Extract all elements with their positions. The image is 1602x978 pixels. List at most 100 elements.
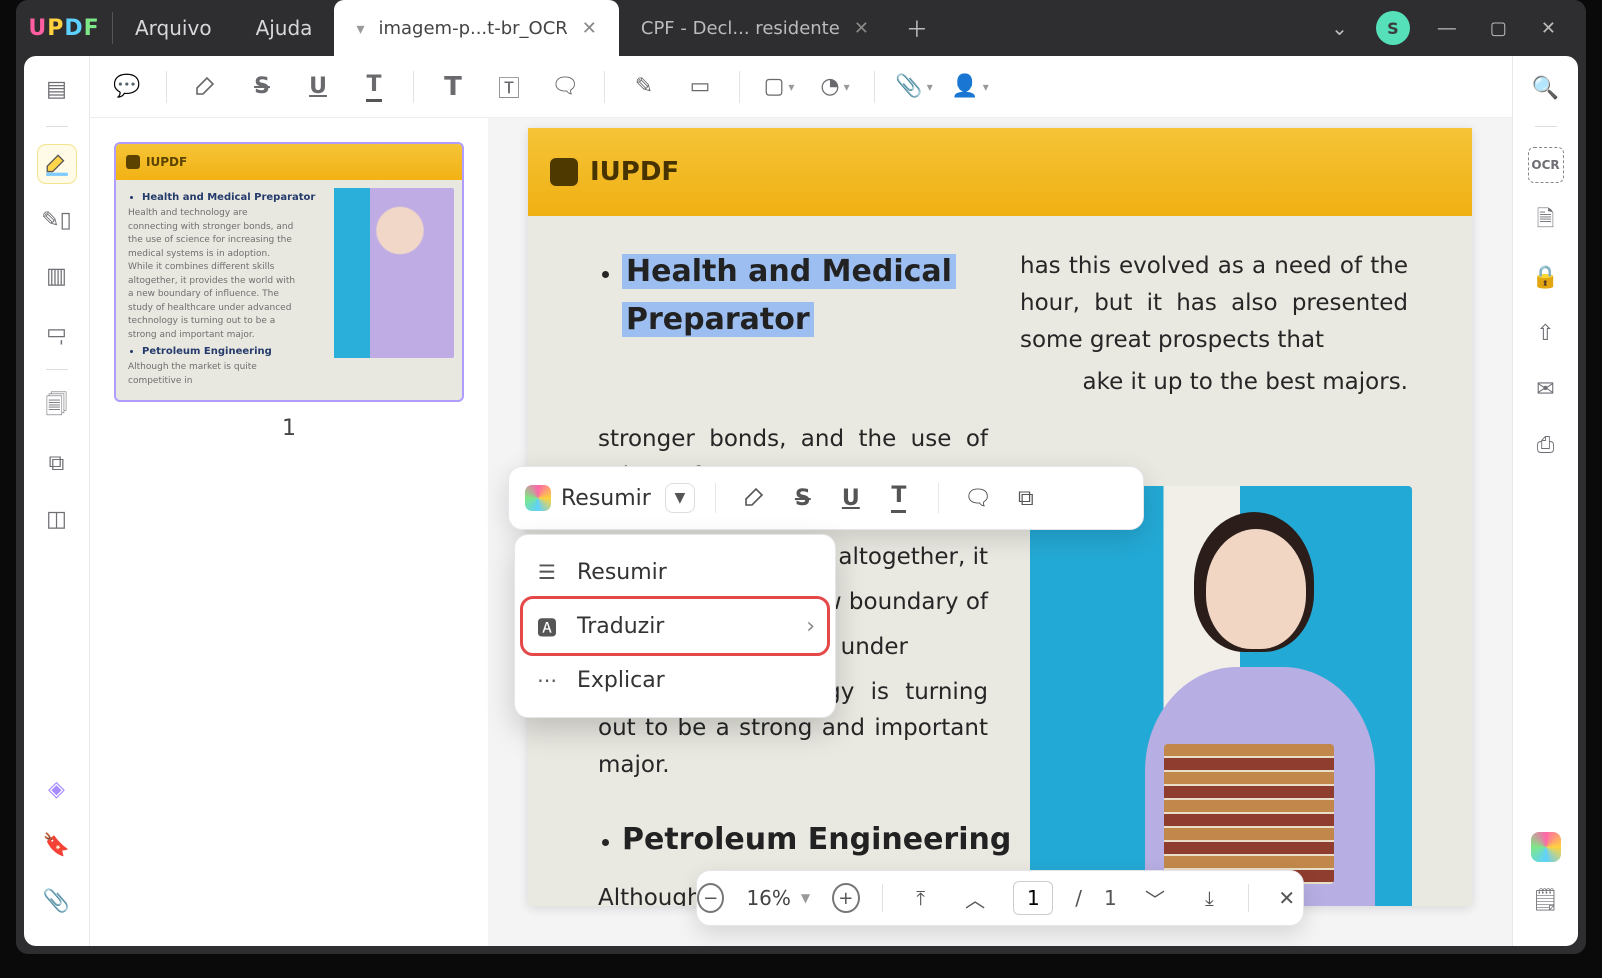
pencil-icon[interactable]: ✎ <box>623 66 665 108</box>
tab-active[interactable]: ▾ imagem-p...t-br_OCR ✕ <box>334 0 618 56</box>
edit-tool-icon[interactable]: ✎▯ <box>38 201 76 239</box>
divider <box>413 71 414 103</box>
page-thumbnail[interactable]: IUPDF Health and Medical Preparator Heal… <box>114 142 464 402</box>
document-area[interactable]: IUPDF Health and Medical Preparator has … <box>488 118 1512 946</box>
thumb-logo: IUPDF <box>146 155 187 169</box>
ai-dropdown-button[interactable]: ▼ <box>665 483 695 513</box>
thumb-text: Health and technology are connecting wit… <box>128 207 298 342</box>
form-tool-icon[interactable]: ▭̩ <box>38 313 76 351</box>
ai-logo-icon <box>525 485 551 511</box>
divider <box>46 369 68 370</box>
close-icon[interactable]: ✕ <box>854 18 869 39</box>
divider <box>938 483 939 513</box>
underline-icon[interactable]: U <box>297 66 339 108</box>
page-logo-text: IUPDF <box>590 157 679 187</box>
chevron-down-icon[interactable]: ▼ <box>801 891 810 905</box>
body-text[interactable]: ake it up to the best majors. <box>598 364 1408 401</box>
first-page-button[interactable]: ⤒ <box>904 880 936 916</box>
ai-action-label[interactable]: Resumir <box>561 486 651 511</box>
page-banner: IUPDF <box>528 128 1472 216</box>
body-text[interactable]: has this evolved as a need of the hour, … <box>1020 248 1408 358</box>
page-total: 1 <box>1104 886 1117 910</box>
text-tool-icon[interactable]: T <box>432 66 474 108</box>
minimize-icon[interactable]: ― <box>1438 18 1456 39</box>
tab-label: imagem-p...t-br_OCR <box>378 18 567 39</box>
selected-heading[interactable]: Preparator <box>622 302 814 337</box>
compare-tool-icon[interactable]: ◫ <box>38 500 76 538</box>
textbox-tool-icon[interactable]: 🅃 <box>488 66 530 108</box>
thumb-text: Although the market is quite competitive… <box>128 361 298 388</box>
divider <box>882 884 883 912</box>
shape-dropdown[interactable]: ▢▾ <box>758 66 800 108</box>
copy-icon[interactable]: ⧉ <box>1007 479 1045 517</box>
menu-traduzir[interactable]: 🅰 Traduzir › <box>523 599 827 653</box>
comment-icon[interactable]: 💬 <box>106 66 148 108</box>
strikeout-icon[interactable]: S <box>784 479 822 517</box>
reader-icon[interactable]: ▤ <box>38 70 76 108</box>
zoom-out-button[interactable]: − <box>697 883 724 913</box>
sticker-dropdown[interactable]: ◔▾ <box>814 66 856 108</box>
attachment-icon[interactable]: 📎 <box>38 882 76 920</box>
divider <box>715 483 716 513</box>
layers-icon[interactable]: ◈ <box>38 770 76 808</box>
underline-icon[interactable]: U <box>832 479 870 517</box>
close-icon[interactable]: ✕ <box>582 18 597 39</box>
strikeout-icon[interactable]: S <box>241 66 283 108</box>
divider <box>1248 884 1249 912</box>
page-input[interactable]: 1 <box>1013 881 1053 915</box>
share-icon[interactable]: ⇧ <box>1528 315 1564 351</box>
explain-icon: ⋯ <box>535 668 559 692</box>
squiggly-icon[interactable]: T <box>353 66 395 108</box>
list-icon: ☰ <box>535 560 559 584</box>
crop-tool-icon[interactable]: ⧉ <box>38 444 76 482</box>
menu-resumir[interactable]: ☰ Resumir <box>515 545 835 599</box>
selected-heading[interactable]: Health and Medical <box>622 254 956 289</box>
zoom-in-button[interactable]: + <box>832 883 859 913</box>
attach-dropdown[interactable]: 📎▾ <box>893 66 935 108</box>
thumbnail-page-number: 1 <box>282 416 296 441</box>
thumbnail-pane: IUPDF Health and Medical Preparator Heal… <box>90 118 488 946</box>
page-sep: / <box>1075 886 1082 910</box>
highlight-icon[interactable] <box>185 66 227 108</box>
next-page-button[interactable]: ﹀ <box>1139 880 1171 916</box>
menu-label: Traduzir <box>577 614 664 639</box>
search-icon[interactable]: 🔍 <box>1528 70 1564 106</box>
squiggly-icon[interactable]: T <box>880 479 918 517</box>
notes-icon[interactable]: 🗒 <box>1528 882 1564 918</box>
chevron-right-icon: › <box>806 614 815 639</box>
print-icon[interactable]: ⎙ <box>1528 427 1564 463</box>
bookmark-icon[interactable]: 🔖 <box>38 826 76 864</box>
highlight-icon[interactable] <box>736 479 774 517</box>
last-page-button[interactable]: ⤓ <box>1193 880 1225 916</box>
pages-tool-icon[interactable]: 🗐 <box>38 388 76 426</box>
page-nav-bar: − 16%▼ + ⤒ ︿ 1 / 1 ﹀ ⤓ ✕ <box>696 870 1304 926</box>
chevron-down-icon[interactable]: ⌄ <box>1331 16 1348 40</box>
comment-icon[interactable]: 🗨 <box>959 479 997 517</box>
zoom-level[interactable]: 16%▼ <box>746 886 810 910</box>
menu-label: Explicar <box>577 668 665 693</box>
tab-inactive[interactable]: CPF - Decl... residente ✕ <box>619 0 891 56</box>
page-tool-icon[interactable]: ▥ <box>38 257 76 295</box>
ai-icon[interactable] <box>1531 832 1561 862</box>
close-window-icon[interactable]: ✕ <box>1541 18 1556 39</box>
add-tab-button[interactable]: ＋ <box>891 0 943 56</box>
menu-file[interactable]: Arquivo <box>113 0 234 56</box>
callout-tool-icon[interactable]: 🗨 <box>544 66 586 108</box>
maximize-icon[interactable]: ▢ <box>1490 18 1507 39</box>
highlighter-icon[interactable] <box>38 145 76 183</box>
email-icon[interactable]: ✉ <box>1528 371 1564 407</box>
tab-label: CPF - Decl... residente <box>641 18 840 39</box>
sign-dropdown[interactable]: 👤▾ <box>949 66 991 108</box>
protect-icon[interactable]: 🔒 <box>1528 259 1564 295</box>
user-avatar[interactable]: S <box>1376 11 1410 45</box>
thumb-heading: Petroleum Engineering <box>142 344 450 359</box>
menu-help[interactable]: Ajuda <box>234 0 335 56</box>
left-toolbar: ▤ ✎▯ ▥ ▭̩ 🗐 ⧉ ◫ ◈ 🔖 📎 <box>24 56 90 946</box>
ocr-icon[interactable]: OCR <box>1528 147 1564 183</box>
convert-icon[interactable]: 🗎 <box>1528 203 1564 239</box>
close-nav-button[interactable]: ✕ <box>1271 880 1303 916</box>
prev-page-button[interactable]: ︿ <box>959 880 991 916</box>
eraser-icon[interactable]: ▭ <box>679 66 721 108</box>
tab-dropdown-icon[interactable]: ▾ <box>356 19 364 38</box>
menu-explicar[interactable]: ⋯ Explicar <box>515 653 835 707</box>
